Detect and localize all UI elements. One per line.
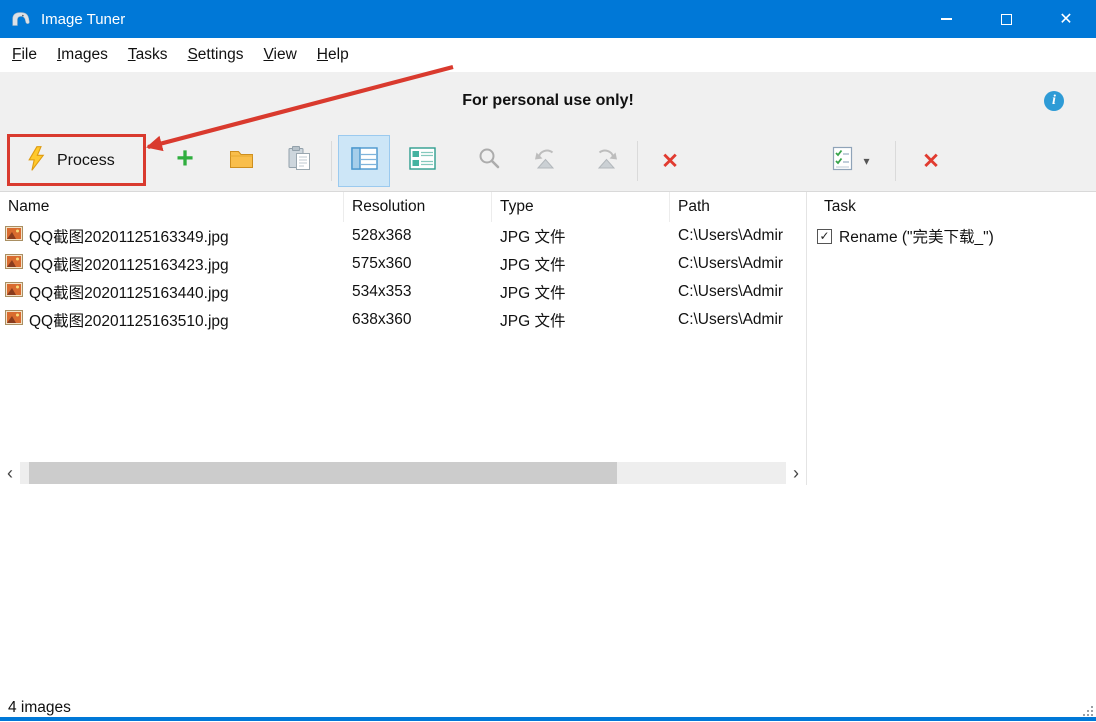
lightning-icon: [26, 145, 46, 177]
rotate-left-button[interactable]: [520, 135, 572, 187]
task-checkbox[interactable]: ✓: [817, 229, 832, 244]
delete-task-icon: ✕: [922, 149, 940, 174]
rotate-left-icon: [534, 147, 559, 175]
horizontal-scrollbar[interactable]: ‹ ›: [0, 461, 806, 485]
window-title: Image Tuner: [41, 11, 125, 28]
file-name: QQ截图20201125163349.jpg: [29, 225, 229, 247]
table-row[interactable]: QQ截图20201125163440.jpg 534x353 JPG 文件 C:…: [0, 278, 806, 306]
bottom-edge-strip: [0, 717, 1096, 721]
type-cell: JPG 文件: [492, 309, 670, 331]
menu-item-help[interactable]: Help: [307, 41, 359, 69]
path-cell: C:\Users\Admir: [670, 311, 806, 329]
process-button[interactable]: Process: [14, 138, 127, 184]
table-row[interactable]: QQ截图20201125163510.jpg 638x360 JPG 文件 C:…: [0, 306, 806, 334]
add-folder-button[interactable]: [215, 135, 267, 187]
close-button[interactable]: ✕: [1036, 0, 1096, 38]
task-pane: Task ✓ Rename ("完美下载_"): [808, 192, 1096, 485]
window-controls: ✕: [916, 0, 1096, 38]
file-name: QQ截图20201125163440.jpg: [29, 281, 229, 303]
path-cell: C:\Users\Admir: [670, 283, 806, 301]
table-row[interactable]: QQ截图20201125163349.jpg 528x368 JPG 文件 C:…: [0, 222, 806, 250]
rotate-right-icon: [593, 147, 618, 175]
task-item-rename[interactable]: ✓ Rename ("完美下载_"): [808, 222, 1096, 250]
scrollbar-track[interactable]: [20, 462, 786, 484]
plus-icon: +: [176, 144, 194, 174]
checklist-icon: [832, 146, 853, 176]
file-name-cell: QQ截图20201125163440.jpg: [0, 281, 344, 303]
menu-item-images[interactable]: Images: [47, 41, 118, 69]
toolbar-separator: [637, 141, 638, 181]
view-thumbnails-button[interactable]: [396, 135, 448, 187]
magnifier-icon: [478, 147, 501, 175]
type-cell: JPG 文件: [492, 253, 670, 275]
chevron-down-icon: ▾: [863, 154, 869, 168]
status-text: 4 images: [8, 699, 71, 717]
resolution-cell: 528x368: [344, 227, 492, 245]
scroll-left-arrow[interactable]: ‹: [0, 461, 20, 485]
menu-item-settings[interactable]: Settings: [177, 41, 253, 69]
minimize-icon: [941, 18, 952, 20]
close-icon: ✕: [1059, 9, 1072, 29]
column-header-type[interactable]: Type: [492, 192, 670, 222]
thumbnails-view-icon: [409, 147, 436, 175]
scrollbar-thumb[interactable]: [29, 462, 617, 484]
path-cell: C:\Users\Admir: [670, 227, 806, 245]
type-cell: JPG 文件: [492, 281, 670, 303]
path-cell: C:\Users\Admir: [670, 255, 806, 273]
scroll-right-arrow[interactable]: ›: [786, 461, 806, 485]
banner-text: For personal use only!: [462, 92, 634, 110]
maximize-icon: [1001, 14, 1012, 25]
folder-icon: [229, 148, 254, 174]
remove-images-button[interactable]: ✕: [644, 135, 696, 187]
column-header-path[interactable]: Path: [670, 192, 806, 222]
toolbar-separator: [895, 141, 896, 181]
image-thumbnail-icon: [5, 310, 23, 330]
file-name: QQ截图20201125163510.jpg: [29, 309, 229, 331]
maximize-button[interactable]: [976, 0, 1036, 38]
resolution-cell: 534x353: [344, 283, 492, 301]
title-bar: Image Tuner ✕: [0, 0, 1096, 38]
details-view-icon: [351, 147, 378, 175]
resolution-cell: 638x360: [344, 311, 492, 329]
rotate-right-button[interactable]: [579, 135, 631, 187]
file-name: QQ截图20201125163423.jpg: [29, 253, 229, 275]
process-button-label: Process: [57, 152, 115, 170]
toolbar-separator: [331, 141, 332, 181]
column-header-resolution[interactable]: Resolution: [344, 192, 492, 222]
delete-icon: ✕: [661, 149, 679, 174]
type-cell: JPG 文件: [492, 225, 670, 247]
file-list-pane: Name Resolution Type Path QQ截图2020112516…: [0, 192, 807, 485]
column-header-name[interactable]: Name: [0, 192, 344, 222]
task-label: Rename ("完美下载_"): [839, 225, 994, 247]
preview-button[interactable]: [463, 135, 515, 187]
image-thumbnail-icon: [5, 226, 23, 246]
file-name-cell: QQ截图20201125163423.jpg: [0, 253, 344, 275]
menu-item-file[interactable]: File: [2, 41, 47, 69]
add-images-button[interactable]: +: [159, 135, 211, 187]
remove-task-button[interactable]: ✕: [905, 135, 957, 187]
clipboard-paste-icon: [288, 146, 311, 176]
tasks-dropdown-button[interactable]: ▾: [812, 135, 890, 187]
menu-bar: File Images Tasks Settings View Help: [0, 38, 1096, 72]
toolbar: Process +: [0, 130, 1096, 192]
minimize-button[interactable]: [916, 0, 976, 38]
view-details-button[interactable]: [338, 135, 390, 187]
image-thumbnail-icon: [5, 282, 23, 302]
paste-button[interactable]: [273, 135, 325, 187]
main-area: Name Resolution Type Path QQ截图2020112516…: [0, 192, 1096, 699]
table-header: Name Resolution Type Path: [0, 192, 806, 222]
task-panel-header: Task: [808, 192, 1096, 222]
menu-item-tasks[interactable]: Tasks: [118, 41, 178, 69]
info-icon[interactable]: i: [1044, 91, 1064, 111]
license-banner: For personal use only! i: [0, 72, 1096, 130]
table-row[interactable]: QQ截图20201125163423.jpg 575x360 JPG 文件 C:…: [0, 250, 806, 278]
app-elephant-icon: [10, 8, 32, 30]
image-thumbnail-icon: [5, 254, 23, 274]
file-name-cell: QQ截图20201125163349.jpg: [0, 225, 344, 247]
resolution-cell: 575x360: [344, 255, 492, 273]
file-name-cell: QQ截图20201125163510.jpg: [0, 309, 344, 331]
status-bar: 4 images: [0, 699, 1096, 717]
menu-item-view[interactable]: View: [253, 41, 306, 69]
